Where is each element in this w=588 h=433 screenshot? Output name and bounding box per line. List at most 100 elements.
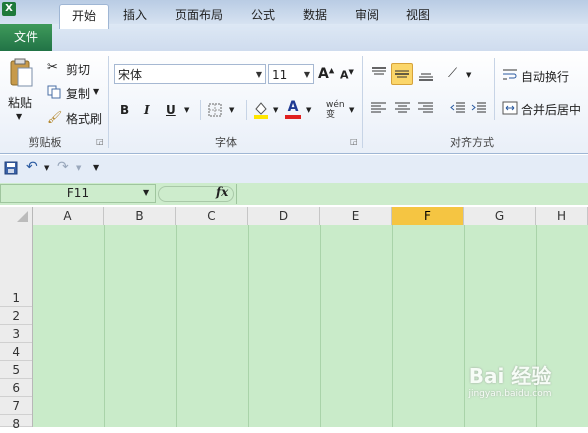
font-color-icon[interactable]: A	[284, 99, 302, 120]
separator	[246, 100, 247, 120]
tab-formulas[interactable]: 公式	[243, 4, 283, 27]
column-header-d[interactable]: D	[248, 207, 320, 225]
formula-input[interactable]	[236, 184, 588, 204]
clipboard-launcher-icon[interactable]: ◲	[96, 137, 104, 146]
column-header-f[interactable]: F	[392, 207, 464, 225]
row-header-3[interactable]: 3	[0, 325, 32, 343]
baidu-watermark: Bai 经验 jingyan.baidu.com	[440, 360, 580, 415]
underline-button[interactable]: U	[166, 103, 176, 117]
merge-center-icon[interactable]	[502, 101, 518, 115]
underline-dropdown-icon[interactable]: ▼	[184, 106, 189, 114]
gridline	[104, 225, 105, 427]
separator	[200, 100, 201, 120]
row-header-4[interactable]: 4	[0, 343, 32, 361]
column-header-row: A B C D E F G H	[0, 207, 588, 226]
row-header-6[interactable]: 6	[0, 379, 32, 397]
row-header-column: 1 2 3 4 5 6 7 8	[0, 225, 33, 431]
redo-icon[interactable]: ↷	[57, 159, 69, 175]
fill-color-dropdown-icon[interactable]: ▼	[273, 106, 278, 114]
row-header-8[interactable]: 8	[0, 415, 32, 431]
paste-icon[interactable]	[8, 58, 34, 88]
copy-dropdown-icon[interactable]: ▼	[93, 87, 99, 96]
scissors-icon[interactable]: ✂	[47, 60, 58, 75]
gridline	[248, 225, 249, 427]
align-left-icon[interactable]	[370, 101, 388, 115]
column-header-b[interactable]: B	[104, 207, 176, 225]
tab-insert[interactable]: 插入	[114, 4, 156, 27]
merge-center-button[interactable]: 合并后居中	[521, 101, 581, 118]
column-header-a[interactable]: A	[32, 207, 104, 225]
cut-button[interactable]: 剪切	[66, 61, 90, 78]
watermark-url: jingyan.baidu.com	[468, 389, 552, 399]
tab-view[interactable]: 视图	[398, 4, 438, 27]
tab-data[interactable]: 数据	[295, 4, 335, 27]
phonetic-guide-icon[interactable]: wén 变	[326, 100, 345, 120]
wrap-text-button[interactable]: 自动换行	[521, 68, 569, 85]
tab-home[interactable]: 开始	[59, 4, 109, 29]
row-header-5[interactable]: 5	[0, 361, 32, 379]
wrap-text-icon[interactable]	[502, 68, 518, 82]
quick-access-toolbar: ↶ ▼ ↷ ▼ ▼	[0, 155, 588, 184]
row-header-1[interactable]: 1	[0, 289, 32, 307]
column-header-h[interactable]: H	[536, 207, 588, 225]
paste-button[interactable]: 粘贴	[8, 94, 36, 111]
copy-button[interactable]: 复制	[66, 85, 90, 102]
font-launcher-icon[interactable]: ◲	[350, 137, 358, 146]
format-painter-icon[interactable]: 🖌	[47, 110, 62, 124]
shrink-font-icon[interactable]: A▼	[340, 68, 354, 82]
orientation-icon[interactable]: ⟋	[448, 66, 457, 81]
increase-indent-icon[interactable]	[471, 101, 487, 115]
column-header-c[interactable]: C	[176, 207, 248, 225]
name-box-dropdown-icon[interactable]: ▼	[143, 188, 149, 197]
italic-button[interactable]: I	[144, 103, 150, 117]
clipboard-group-label: 剪贴板	[28, 136, 62, 149]
watermark-brand: Bai 经验	[468, 364, 552, 388]
save-icon[interactable]	[4, 161, 18, 175]
border-dropdown-icon[interactable]: ▼	[229, 106, 234, 114]
separator	[108, 56, 109, 148]
align-top-icon[interactable]	[370, 66, 388, 80]
font-name-value: 宋体	[118, 68, 143, 82]
customize-qat-icon[interactable]: ▼	[93, 163, 99, 172]
redo-dropdown-icon[interactable]: ▼	[76, 164, 81, 172]
align-middle-button[interactable]	[391, 63, 413, 85]
align-bottom-icon[interactable]	[417, 66, 435, 82]
orientation-dropdown-icon[interactable]: ▼	[466, 71, 471, 79]
font-color-dropdown-icon[interactable]: ▼	[306, 106, 311, 114]
font-name-combo[interactable]: 宋体 ▼	[114, 64, 266, 84]
align-right-icon[interactable]	[417, 101, 435, 115]
gridline	[320, 225, 321, 427]
fill-color-icon[interactable]	[252, 100, 270, 120]
separator	[362, 56, 363, 148]
tab-page-layout[interactable]: 页面布局	[168, 4, 230, 27]
insert-function-button[interactable]: fx	[216, 185, 228, 199]
phonetic-dropdown-icon[interactable]: ▼	[349, 106, 354, 114]
decrease-indent-icon[interactable]	[450, 101, 466, 115]
bold-button[interactable]: B	[120, 103, 129, 117]
row-header-7[interactable]: 7	[0, 397, 32, 415]
row-header-2[interactable]: 2	[0, 307, 32, 325]
chevron-down-icon[interactable]: ▼	[256, 65, 262, 85]
gridline	[392, 225, 393, 427]
font-size-value: 11	[272, 68, 288, 82]
grow-font-icon[interactable]: A▲	[318, 66, 334, 82]
align-center-icon[interactable]	[394, 101, 412, 115]
undo-icon[interactable]: ↶	[26, 159, 38, 175]
gridline	[176, 225, 177, 427]
column-header-g[interactable]: G	[464, 207, 536, 225]
alignment-group-label: 对齐方式	[450, 136, 494, 149]
chevron-down-icon[interactable]: ▼	[304, 65, 310, 85]
paste-dropdown-icon[interactable]: ▼	[16, 112, 22, 121]
font-size-combo[interactable]: 11 ▼	[268, 64, 314, 84]
select-all-corner[interactable]	[0, 207, 33, 225]
tab-review[interactable]: 审阅	[347, 4, 387, 27]
name-box[interactable]: F11	[0, 184, 156, 203]
tab-file[interactable]: 文件	[0, 24, 52, 51]
copy-icon[interactable]	[47, 85, 61, 99]
column-header-e[interactable]: E	[320, 207, 392, 225]
undo-dropdown-icon[interactable]: ▼	[44, 164, 49, 172]
format-painter-button[interactable]: 格式刷	[66, 110, 102, 127]
separator	[494, 58, 495, 120]
border-icon[interactable]	[208, 103, 222, 117]
excel-logo-icon[interactable]: X	[2, 2, 16, 16]
